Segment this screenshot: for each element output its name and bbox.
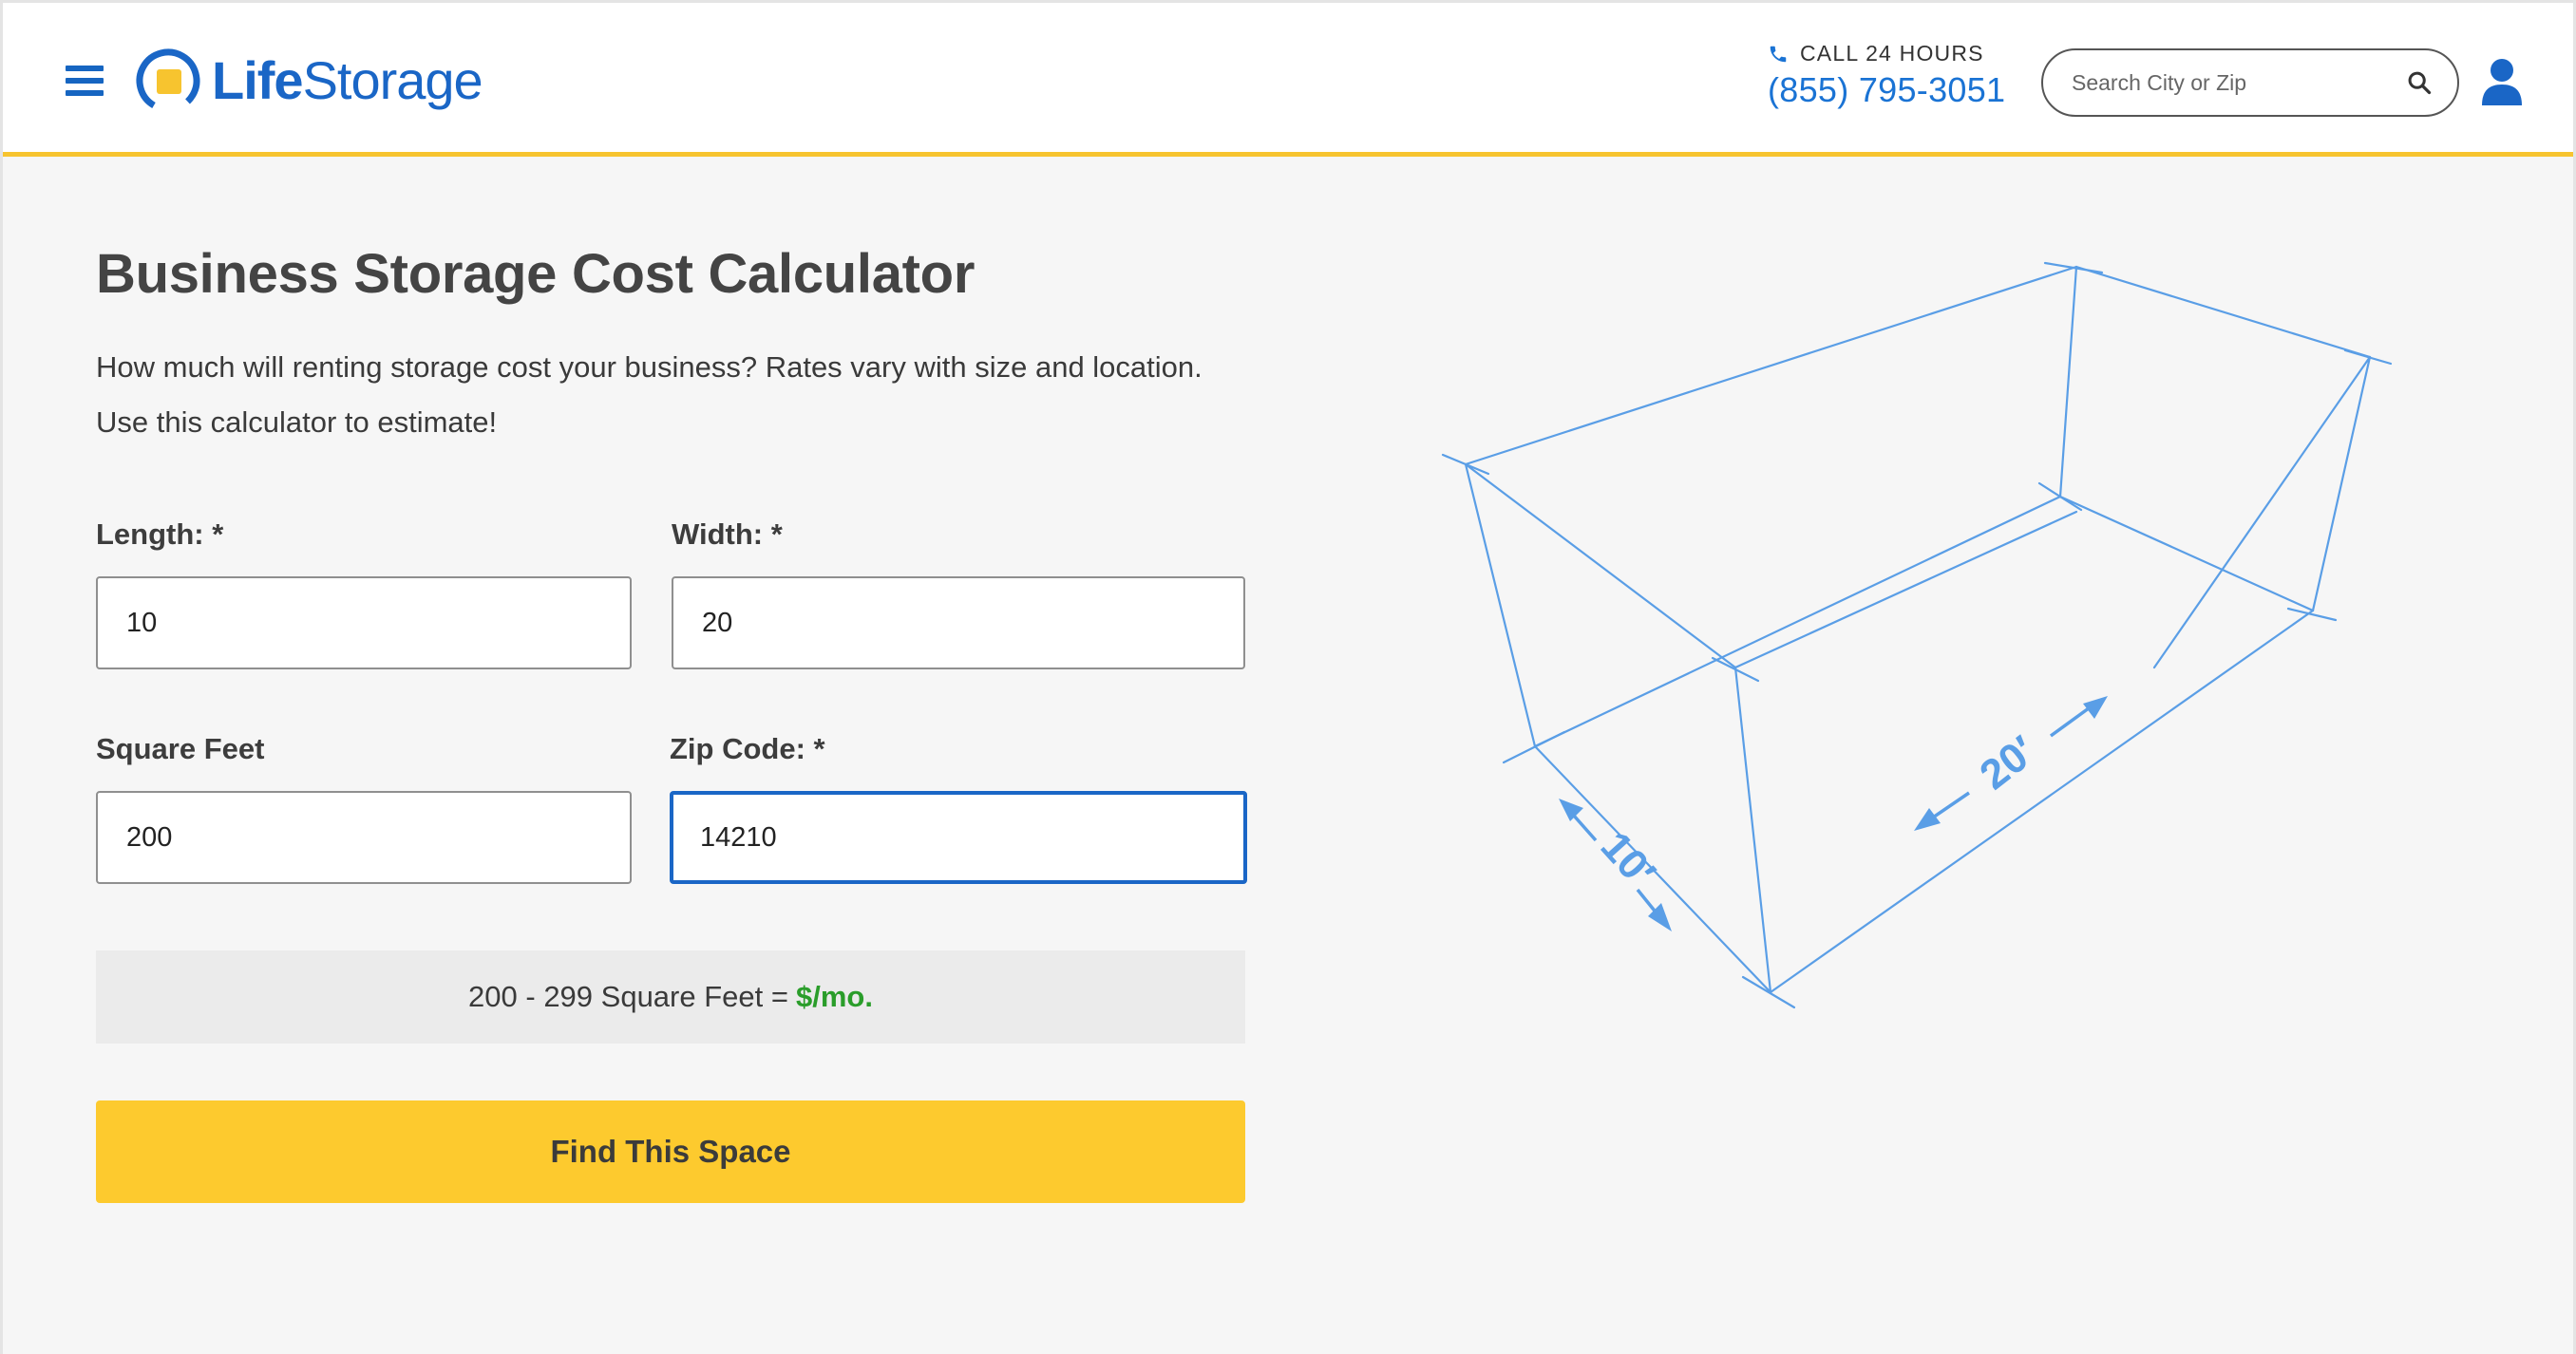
site-header: LifeStorage CALL 24 HOURS (855) 795-3051 [3,3,2573,157]
logo-icon [136,48,200,113]
result-range: 200 - 299 Square Feet = [468,980,788,1013]
length-field-group: Length: * 10 [96,517,632,669]
width-field-group: Width: * 20 [672,517,1245,669]
logo[interactable]: LifeStorage [134,45,483,117]
storage-unit-diagram: 10′ 20′ [1441,261,2393,1009]
page-title: Business Storage Cost Calculator [96,243,975,305]
call-label: CALL 24 HOURS [1800,41,1984,66]
length-dimension-label: 10′ [1592,823,1664,896]
page-description: How much will renting storage cost your … [96,340,1283,450]
user-account-icon[interactable] [2480,58,2524,107]
description-line-1: How much will renting storage cost your … [96,350,1203,384]
find-this-space-button[interactable]: Find This Space [96,1100,1245,1203]
zip-label: Zip Code: * [670,732,825,765]
length-label: Length: * [96,517,224,551]
width-input[interactable]: 20 [672,576,1245,669]
search-input[interactable] [2072,69,2406,96]
result-price: $/mo. [795,980,873,1013]
square-feet-input[interactable]: 200 [96,791,632,884]
menu-icon[interactable] [66,66,104,96]
width-label: Width: * [672,517,783,551]
page-frame: LifeStorage CALL 24 HOURS (855) 795-3051 [0,0,2576,1354]
search-bar[interactable] [2041,48,2459,117]
width-dimension-label: 20′ [1972,727,2045,799]
square-feet-label: Square Feet [96,732,265,765]
phone-number[interactable]: (855) 795-3051 [1768,70,2005,110]
zip-field-group: Zip Code: * 14210 [670,732,1247,884]
search-icon[interactable] [2406,69,2433,96]
phone-icon [1770,46,1787,62]
call-label-row: CALL 24 HOURS [1768,41,2005,66]
description-line-2: Use this calculator to estimate! [96,405,498,439]
zip-input[interactable]: 14210 [670,791,1247,884]
call-block[interactable]: CALL 24 HOURS (855) 795-3051 [1768,41,2005,110]
price-result: 200 - 299 Square Feet = $/mo. [96,950,1245,1044]
length-input[interactable]: 10 [96,576,632,669]
logo-text: LifeStorage [212,50,483,110]
square-feet-field-group: Square Feet 200 [96,732,632,884]
calculator-section: Business Storage Cost Calculator How muc… [96,242,1247,1203]
